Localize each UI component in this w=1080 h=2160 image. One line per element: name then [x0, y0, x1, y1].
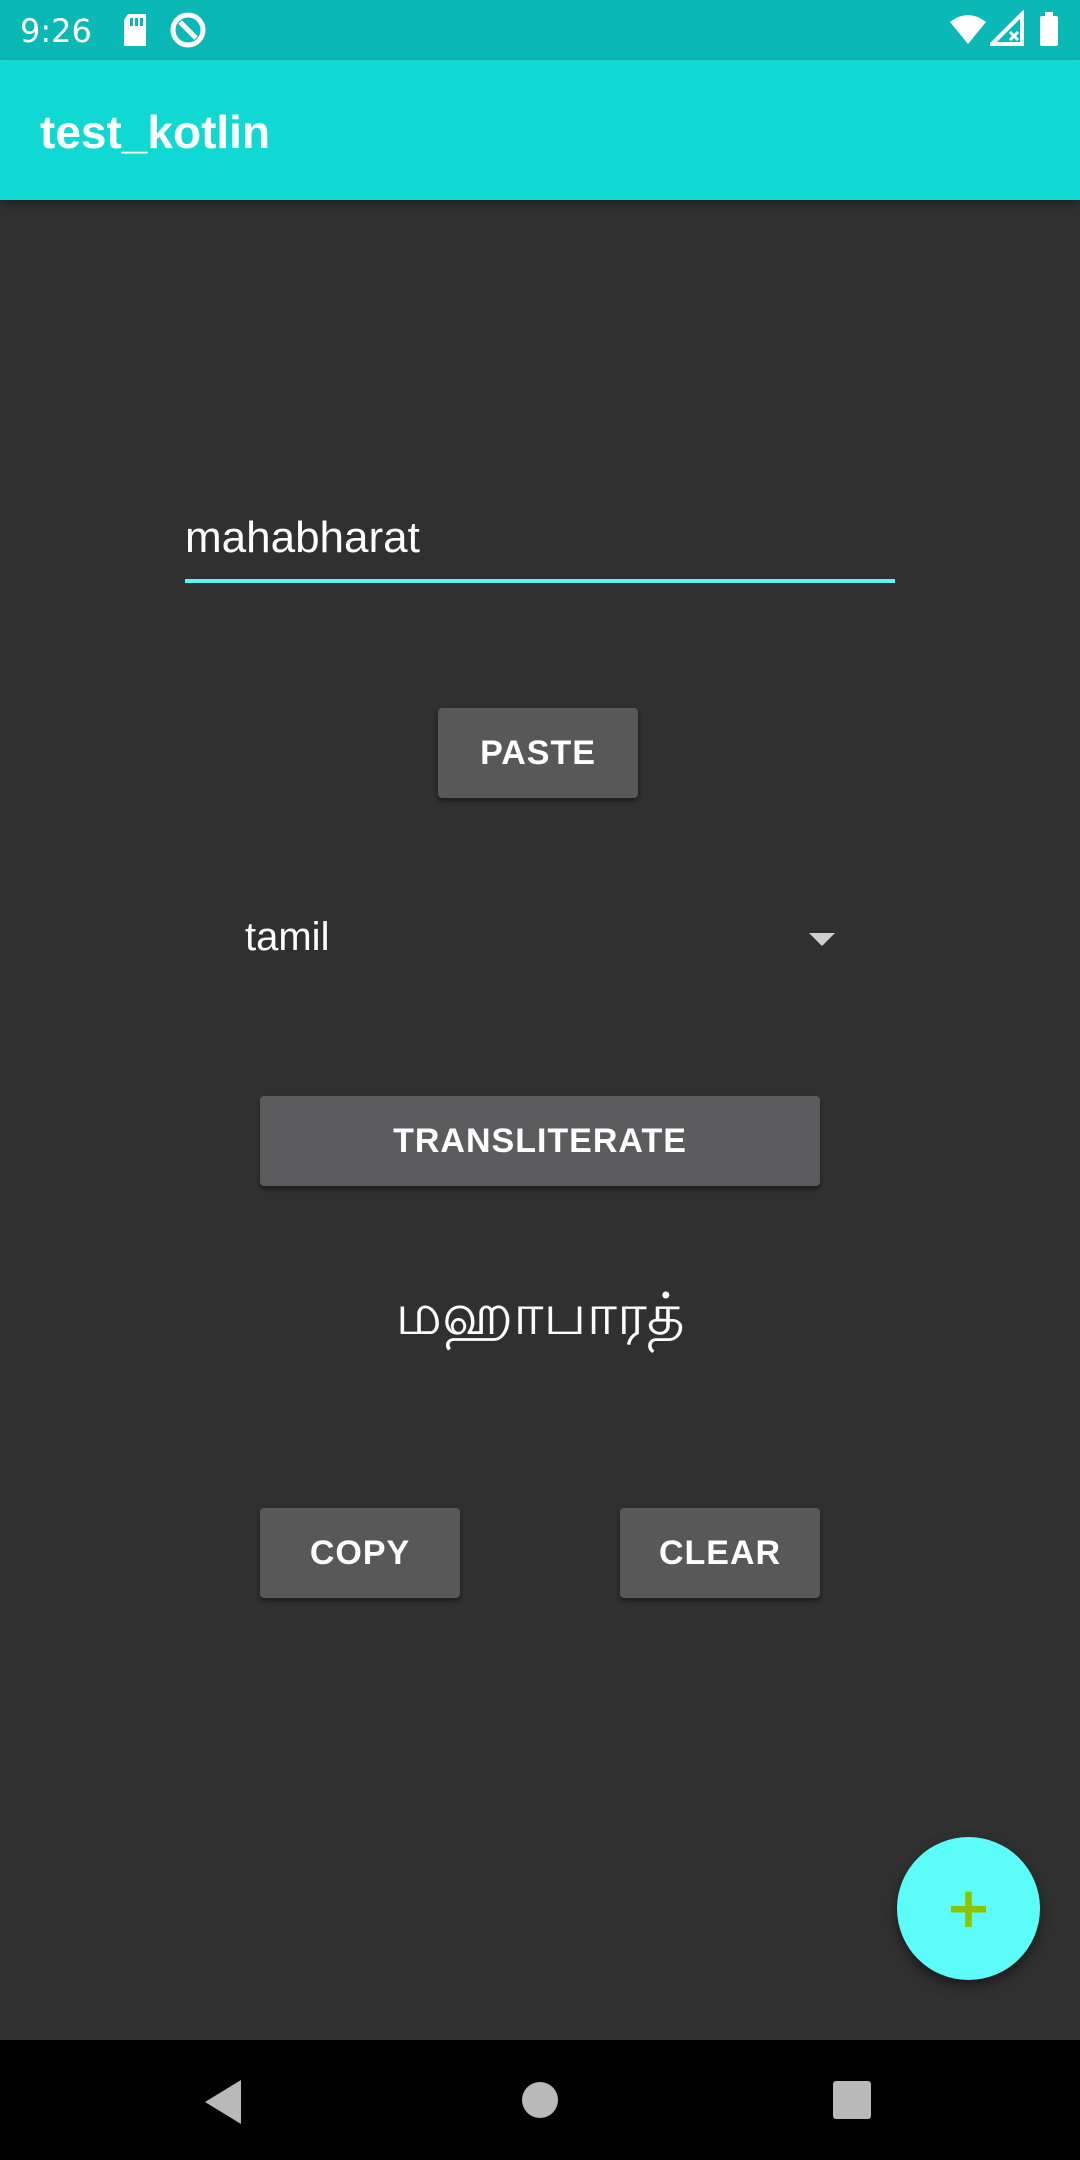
- copy-button[interactable]: COPY: [260, 1508, 460, 1598]
- back-icon[interactable]: [205, 2080, 241, 2124]
- transliteration-output: மஹாபாரத்: [395, 1280, 685, 1348]
- transliterate-button[interactable]: TRANSLITERATE: [260, 1096, 820, 1186]
- plus-icon: +: [945, 1875, 992, 1941]
- wifi-icon: [948, 10, 988, 50]
- app-bar: test_kotlin: [0, 60, 1080, 200]
- sd-card-icon: [120, 10, 150, 50]
- signal-icon: [987, 9, 1026, 50]
- data-saver-icon: [168, 10, 208, 50]
- recents-icon[interactable]: [833, 2081, 871, 2119]
- home-icon[interactable]: [522, 2082, 558, 2118]
- navigation-bar: [0, 2040, 1080, 2160]
- spinner-selected-value: tamil: [245, 915, 330, 959]
- battery-icon: [1038, 10, 1060, 50]
- language-spinner[interactable]: tamil: [245, 905, 835, 975]
- text-input[interactable]: [185, 505, 895, 583]
- app-title: test_kotlin: [40, 106, 271, 158]
- add-fab-button[interactable]: +: [897, 1837, 1040, 1980]
- status-bar: 9:26: [0, 0, 1080, 60]
- input-container: [185, 505, 895, 583]
- clear-button[interactable]: CLEAR: [620, 1508, 820, 1598]
- status-time: 9:26: [20, 12, 92, 50]
- dropdown-arrow-icon: [809, 933, 835, 946]
- app-screen: 9:26 test_kotlin mahabharat PASTE tamil …: [0, 0, 1080, 2160]
- paste-button[interactable]: PASTE: [438, 708, 638, 798]
